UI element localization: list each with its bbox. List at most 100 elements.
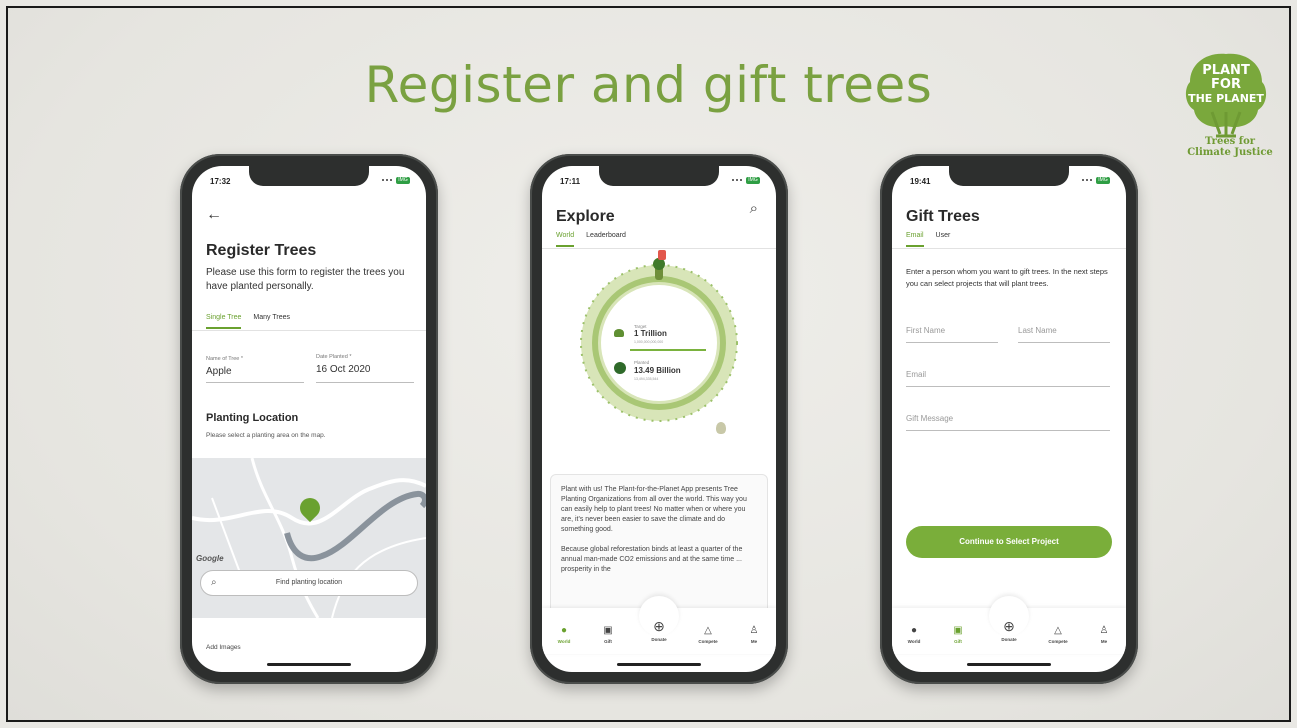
nav-me[interactable]: ♙ Me [1086, 625, 1122, 645]
planting-location-hint: Please select a planting area on the map… [206, 432, 326, 439]
globe-icon: ● [560, 625, 568, 636]
logo-tagline-2: Climate Justice [1187, 147, 1273, 158]
field-underline [1018, 342, 1110, 343]
bottom-nav: ● World ▣ Gift ⊕ Donate △ Compete ♙ Me [542, 596, 776, 654]
tab-user[interactable]: User [936, 232, 951, 247]
nav-compete-label: Compete [698, 639, 718, 644]
planting-location-heading: Planting Location [206, 412, 299, 424]
page-title: Explore [556, 208, 615, 225]
nav-donate[interactable]: ⊕ Donate [641, 618, 677, 642]
nav-gift[interactable]: ▣ Gift [590, 626, 626, 645]
signal-icon [732, 179, 742, 182]
nav-me-label: Me [1100, 639, 1108, 644]
page-title: Register Trees [206, 242, 317, 259]
slide: Register and gift trees PLANT FOR THE PL… [6, 6, 1291, 722]
find-location-input[interactable]: ⌕ Find planting location [200, 570, 418, 596]
nav-compete[interactable]: △ Compete [690, 626, 726, 645]
target-value: 1 Trillion [634, 329, 667, 338]
signal-icon [382, 179, 392, 182]
donate-hand-icon: ⊕ [1003, 618, 1015, 634]
tab-world[interactable]: World [556, 232, 575, 247]
phone-notch [949, 166, 1069, 186]
nav-gift[interactable]: ▣ Gift [940, 625, 976, 645]
tab-many-trees[interactable]: Many Trees [253, 314, 290, 329]
email-field[interactable]: Email [906, 370, 926, 379]
gift-tabs: Email User [906, 232, 950, 247]
tree-name-field[interactable]: Apple [206, 366, 232, 377]
nav-compete[interactable]: △ Compete [1040, 625, 1076, 645]
search-icon[interactable]: ⌕ [750, 200, 758, 217]
logo-tagline-1: Trees for [1204, 136, 1256, 147]
nav-world[interactable]: ● World [896, 625, 932, 645]
tree-name-label: Name of Tree * [206, 356, 243, 362]
light-bulb-icon [716, 422, 726, 434]
nav-donate-label: Donate [651, 637, 667, 642]
divider [542, 248, 776, 249]
logo-line-3: THE PLANET [1188, 92, 1264, 105]
divider [892, 248, 1126, 249]
target-tree-icon [614, 329, 624, 337]
person-icon: ♙ [1099, 625, 1109, 636]
about-paragraph-1: Plant with us! The Plant-for-the-Planet … [561, 486, 747, 533]
planted-label: Planted [634, 360, 650, 365]
tab-leaderboard[interactable]: Leaderboard [586, 232, 626, 247]
target-exact: 1,000,000,000,000 [634, 340, 664, 344]
screen-register-trees: 17:32 IMG ← Register Trees Please use th… [192, 166, 426, 672]
about-card: Plant with us! The Plant-for-the-Planet … [550, 474, 768, 614]
screen-gift-trees: 19:41 IMG Gift Trees Email User Enter a … [892, 166, 1126, 672]
nav-me-label: Me [750, 639, 758, 644]
nav-gift-label: Gift [604, 639, 612, 644]
field-underline [906, 430, 1110, 431]
google-watermark: Google [196, 554, 224, 563]
plant-for-the-planet-logo: PLANT FOR THE PLANET [1185, 53, 1267, 138]
logo-line-2: FOR [1211, 77, 1241, 92]
signal-icon [1082, 179, 1092, 182]
tree-mode-tabs: Single Tree Many Trees [206, 314, 290, 329]
field-underline [316, 382, 414, 383]
home-indicator [617, 663, 701, 666]
phone-register-trees: 17:32 IMG ← Register Trees Please use th… [180, 154, 438, 684]
status-time: 17:11 [560, 177, 581, 186]
field-underline [906, 386, 1110, 387]
globe-icon: ● [910, 625, 918, 636]
planted-exact: 13,494,335,544 [634, 377, 659, 381]
trophy-icon: △ [1054, 625, 1062, 636]
home-indicator [267, 663, 351, 666]
bottom-nav: ● World ▣ Gift ⊕ Donate △ Compete ♙ Me [892, 596, 1126, 654]
home-indicator [967, 663, 1051, 666]
page-description: Enter a person whom you want to gift tre… [906, 267, 1108, 288]
logo-line-1: PLANT [1202, 63, 1250, 78]
divider [192, 330, 426, 331]
date-planted-field[interactable]: 16 Oct 2020 [316, 364, 370, 375]
nav-world-label: World [557, 639, 571, 644]
flag-icon [658, 250, 666, 260]
add-images-label[interactable]: Add Images [206, 644, 241, 651]
status-time: 17:32 [210, 177, 231, 186]
planting-map[interactable]: Google ⌕ Find planting location [192, 458, 426, 618]
back-arrow-icon[interactable]: ← [206, 206, 222, 224]
gift-icon: ▣ [953, 625, 963, 636]
first-name-field[interactable]: First Name [906, 326, 945, 335]
phone-gift-trees: 19:41 IMG Gift Trees Email User Enter a … [880, 154, 1138, 684]
tab-single-tree[interactable]: Single Tree [206, 314, 242, 329]
page-title: Gift Trees [906, 208, 980, 225]
nav-gift-label: Gift [954, 639, 962, 644]
person-icon: ♙ [749, 625, 759, 636]
find-location-label: Find planting location [275, 579, 343, 586]
nav-me[interactable]: ♙ Me [736, 625, 772, 645]
last-name-field[interactable]: Last Name [1018, 326, 1057, 335]
slide-title: Register and gift trees [364, 56, 933, 114]
field-underline [906, 342, 998, 343]
continue-to-select-project-button[interactable]: Continue to Select Project [906, 526, 1112, 558]
gift-message-field[interactable]: Gift Message [906, 414, 953, 423]
nav-donate-label: Donate [1001, 637, 1017, 642]
logo-tagline: Trees for Climate Justice [1180, 136, 1280, 158]
battery-icon: IMG [1096, 177, 1110, 184]
tab-email[interactable]: Email [906, 232, 924, 247]
nav-world[interactable]: ● World [546, 625, 582, 645]
phone-notch [249, 166, 369, 186]
nav-world-label: World [907, 639, 921, 644]
nav-donate[interactable]: ⊕ Donate [991, 618, 1027, 642]
planted-tree-icon [614, 362, 626, 374]
battery-icon: IMG [396, 177, 410, 184]
